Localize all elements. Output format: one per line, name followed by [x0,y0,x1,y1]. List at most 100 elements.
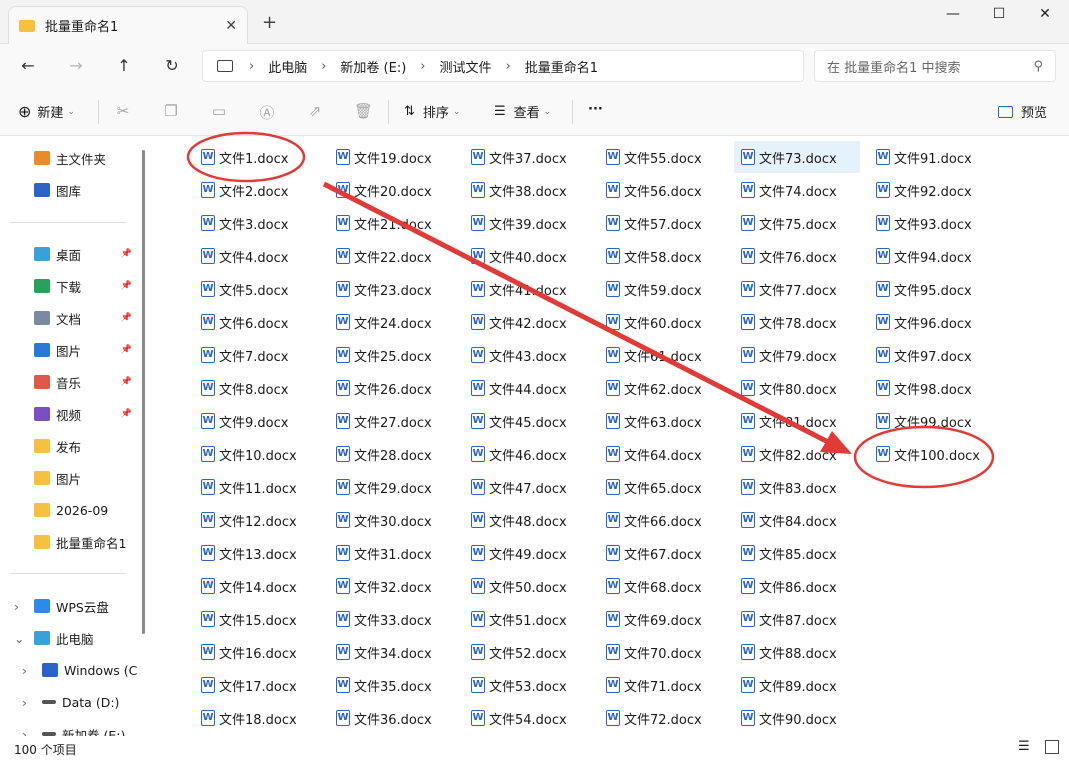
file-item[interactable]: W 文件37.docx [464,141,590,173]
file-item[interactable]: W 文件82.docx [734,438,860,470]
file-item[interactable]: W 文件92.docx [869,174,995,206]
file-item[interactable]: W 文件38.docx [464,174,590,206]
tab-close-button[interactable]: ✕ [225,18,237,34]
file-item[interactable]: W 文件44.docx [464,372,590,404]
paste-icon[interactable]: ▭ [210,102,228,120]
file-item[interactable]: W 文件83.docx [734,471,860,503]
file-item[interactable]: W 文件75.docx [734,207,860,239]
file-item[interactable]: W 文件6.docx [194,306,320,338]
file-item[interactable]: W 文件66.docx [599,504,725,536]
file-item[interactable]: W 文件11.docx [194,471,320,503]
file-item[interactable]: W 文件35.docx [329,669,455,701]
view-button[interactable]: ☰ 查看 ⌄ [494,102,551,121]
sidebar-item[interactable]: 桌面 📌 [0,240,140,268]
file-item[interactable]: W 文件93.docx [869,207,995,239]
file-item[interactable]: W 文件53.docx [464,669,590,701]
file-item[interactable]: W 文件14.docx [194,570,320,602]
file-item[interactable]: W 文件39.docx [464,207,590,239]
file-item[interactable]: W 文件47.docx [464,471,590,503]
new-button[interactable]: ⊕ 新建 ⌄ [18,102,75,121]
file-item[interactable]: W 文件87.docx [734,603,860,635]
file-item[interactable]: W 文件9.docx [194,405,320,437]
tiles-view-icon[interactable] [1045,740,1059,754]
sidebar-item[interactable]: 音乐 📌 [0,368,140,396]
file-item[interactable]: W 文件96.docx [869,306,995,338]
sidebar-item[interactable]: 图库 [0,176,140,204]
file-item[interactable]: W 文件67.docx [599,537,725,569]
sidebar-item[interactable]: 文档 📌 [0,304,140,332]
details-view-icon[interactable]: ☰ [1018,740,1032,754]
sidebar-scrollbar[interactable] [142,150,145,634]
file-item[interactable]: W 文件100.docx [869,438,995,470]
file-item[interactable]: W 文件3.docx [194,207,320,239]
file-item[interactable]: W 文件65.docx [599,471,725,503]
file-item[interactable]: W 文件68.docx [599,570,725,602]
back-button[interactable]: ← [16,54,40,78]
preview-button[interactable]: 预览 [998,102,1047,121]
sidebar-item[interactable]: 图片 [0,464,140,492]
sidebar-item[interactable]: 发布 [0,432,140,460]
file-item[interactable]: W 文件33.docx [329,603,455,635]
file-item[interactable]: W 文件94.docx [869,240,995,272]
file-item[interactable]: W 文件5.docx [194,273,320,305]
file-item[interactable]: W 文件23.docx [329,273,455,305]
file-item[interactable]: W 文件88.docx [734,636,860,668]
file-item[interactable]: W 文件59.docx [599,273,725,305]
address-bar[interactable]: › 此电脑 › 新加卷 (E:) › 测试文件 › 批量重命名1 [202,50,804,82]
file-item[interactable]: W 文件29.docx [329,471,455,503]
file-item[interactable]: W 文件73.docx [734,141,860,173]
file-item[interactable]: W 文件81.docx [734,405,860,437]
forward-button[interactable]: → [64,54,88,78]
file-item[interactable]: W 文件89.docx [734,669,860,701]
share-icon[interactable]: ⇗ [306,102,324,120]
file-item[interactable]: W 文件62.docx [599,372,725,404]
file-item[interactable]: W 文件41.docx [464,273,590,305]
file-item[interactable]: W 文件72.docx [599,702,725,734]
breadcrumb-test-files[interactable]: 测试文件 [440,57,492,76]
sidebar-item[interactable]: › WPS云盘 [0,592,140,620]
file-item[interactable]: W 文件79.docx [734,339,860,371]
file-item[interactable]: W 文件10.docx [194,438,320,470]
file-item[interactable]: W 文件45.docx [464,405,590,437]
file-item[interactable]: W 文件19.docx [329,141,455,173]
close-window-button[interactable]: ✕ [1030,6,1060,22]
file-item[interactable]: W 文件18.docx [194,702,320,734]
file-item[interactable]: W 文件36.docx [329,702,455,734]
sidebar-item[interactable]: 主文件夹 [0,144,140,172]
file-item[interactable]: W 文件13.docx [194,537,320,569]
file-item[interactable]: W 文件16.docx [194,636,320,668]
file-item[interactable]: W 文件97.docx [869,339,995,371]
file-item[interactable]: W 文件26.docx [329,372,455,404]
file-item[interactable]: W 文件32.docx [329,570,455,602]
file-item[interactable]: W 文件4.docx [194,240,320,272]
file-item[interactable]: W 文件69.docx [599,603,725,635]
file-item[interactable]: W 文件34.docx [329,636,455,668]
file-item[interactable]: W 文件31.docx [329,537,455,569]
sidebar-item[interactable]: › Windows (C [0,656,140,684]
file-item[interactable]: W 文件2.docx [194,174,320,206]
file-item[interactable]: W 文件27.docx [329,405,455,437]
breadcrumb-current[interactable]: 批量重命名1 [525,57,598,76]
maximize-button[interactable]: ☐ [984,6,1014,22]
chevron-right-icon[interactable]: › [22,663,27,678]
sidebar-item[interactable]: 批量重命名1 [0,528,140,556]
file-item[interactable]: W 文件56.docx [599,174,725,206]
file-item[interactable]: W 文件63.docx [599,405,725,437]
minimize-button[interactable]: — [938,6,968,22]
up-button[interactable]: ↑ [112,54,136,78]
copy-icon[interactable]: ❐ [162,102,180,120]
rename-icon[interactable]: Ⓐ [258,102,276,122]
file-item[interactable]: W 文件90.docx [734,702,860,734]
file-item[interactable]: W 文件76.docx [734,240,860,272]
file-item[interactable]: W 文件60.docx [599,306,725,338]
sort-button[interactable]: ⇅ 排序 ⌄ [404,102,460,121]
file-item[interactable]: W 文件51.docx [464,603,590,635]
file-item[interactable]: W 文件64.docx [599,438,725,470]
sidebar-item[interactable]: 下载 📌 [0,272,140,300]
file-item[interactable]: W 文件58.docx [599,240,725,272]
file-item[interactable]: W 文件21.docx [329,207,455,239]
sidebar-item[interactable]: 2026-09 [0,496,140,524]
file-item[interactable]: W 文件7.docx [194,339,320,371]
sidebar-item[interactable]: 视频 📌 [0,400,140,428]
file-item[interactable]: W 文件95.docx [869,273,995,305]
